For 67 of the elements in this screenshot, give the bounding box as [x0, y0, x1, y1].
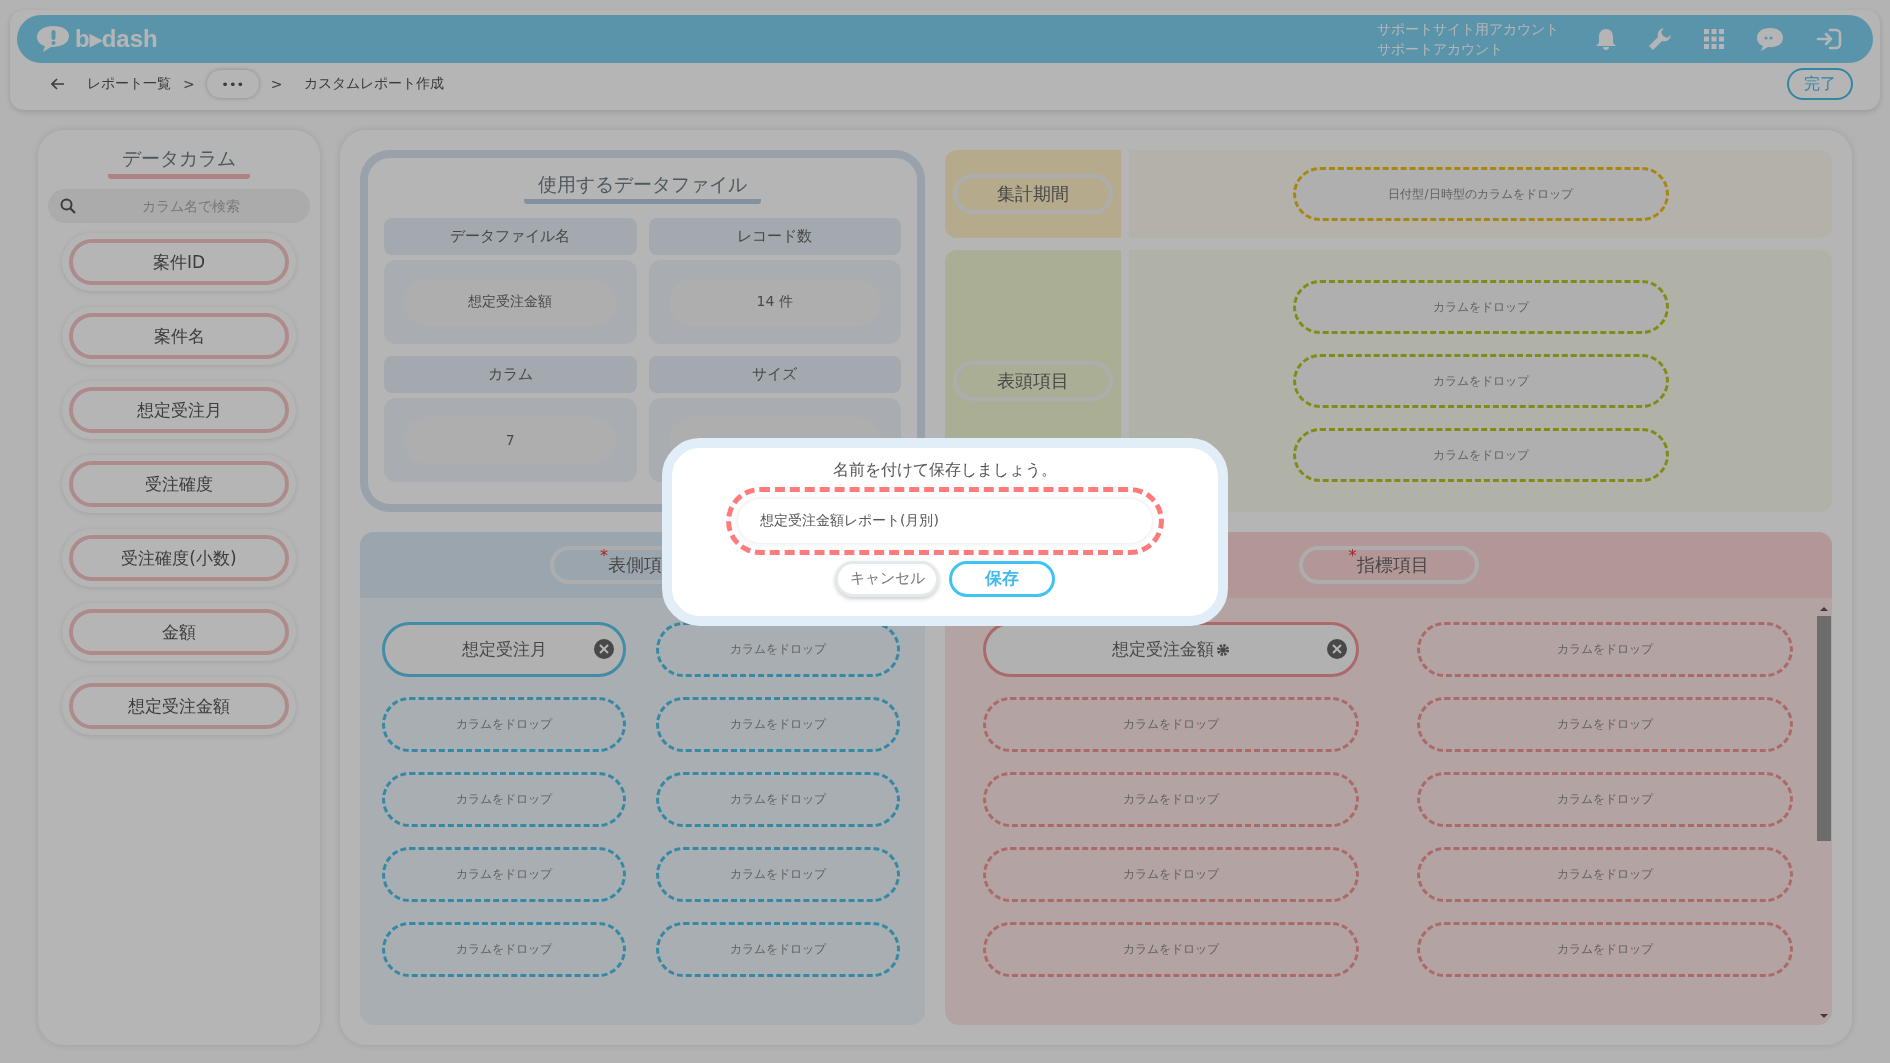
- drop-slot[interactable]: カラムをドロップ: [983, 847, 1359, 902]
- drop-slot[interactable]: カラムをドロップ: [1417, 622, 1793, 677]
- selected-column-chip[interactable]: 想定受注金額: [983, 622, 1359, 677]
- drop-slot[interactable]: カラムをドロップ: [656, 922, 900, 977]
- breadcrumb-current: カスタムレポート作成: [304, 75, 445, 93]
- drop-slot[interactable]: カラムをドロップ: [382, 922, 626, 977]
- breadcrumb-separator: >: [183, 76, 195, 92]
- field-label: サイズ: [648, 356, 901, 393]
- column-chip[interactable]: 想定受注月: [62, 381, 296, 439]
- drop-slot[interactable]: カラムをドロップ: [1417, 847, 1793, 902]
- drop-slot[interactable]: カラムをドロップ: [382, 772, 626, 827]
- drop-slot[interactable]: カラムをドロップ: [382, 847, 626, 902]
- remove-icon[interactable]: [1326, 638, 1348, 660]
- column-chip[interactable]: 金額: [62, 603, 296, 661]
- done-button[interactable]: 完了: [1787, 68, 1853, 100]
- period-label: 集計期間: [953, 174, 1113, 214]
- drop-slot[interactable]: カラムをドロップ: [1417, 697, 1793, 752]
- column-chip[interactable]: 案件ID: [62, 233, 296, 291]
- search-icon: [60, 198, 76, 214]
- selected-column-chip[interactable]: 想定受注月: [382, 622, 626, 677]
- drop-slot[interactable]: カラムをドロップ: [656, 697, 900, 752]
- drop-slot[interactable]: カラムをドロップ: [1417, 772, 1793, 827]
- drop-slot[interactable]: カラムをドロップ: [983, 697, 1359, 752]
- drop-slot[interactable]: カラムをドロップ: [1292, 280, 1669, 334]
- column-name: 想定受注金額: [1112, 638, 1214, 661]
- field-label: データファイル名: [384, 218, 637, 255]
- scroll-up-icon[interactable]: [1819, 606, 1829, 612]
- back-arrow-icon[interactable]: [51, 78, 65, 90]
- save-button[interactable]: 保存: [949, 560, 1055, 597]
- sidebar-title: データカラム: [108, 146, 250, 179]
- drop-slot[interactable]: カラムをドロップ: [983, 922, 1359, 977]
- drop-slot[interactable]: カラムをドロップ: [1417, 922, 1793, 977]
- column-chip[interactable]: 受注確度(小数): [62, 529, 296, 587]
- column-chip[interactable]: 受注確度: [62, 455, 296, 513]
- drop-slot[interactable]: カラムをドロップ: [656, 772, 900, 827]
- data-file-title: 使用するデータファイル: [524, 172, 761, 204]
- cancel-button[interactable]: キャンセル: [835, 560, 939, 597]
- breadcrumb-separator: >: [270, 76, 283, 92]
- scroll-down-icon[interactable]: [1819, 1013, 1829, 1019]
- account-site: サポートサイト用アカウント: [1377, 20, 1559, 39]
- drop-slot[interactable]: カラムをドロップ: [1292, 354, 1669, 408]
- header-items-label: 表頭項目: [953, 361, 1113, 401]
- logo-icon: [35, 24, 71, 54]
- gear-icon[interactable]: [1216, 642, 1230, 657]
- required-mark: *: [600, 546, 608, 565]
- drop-slot[interactable]: 日付型/日時型のカラムをドロップ: [1292, 167, 1669, 221]
- field-value: 想定受注金額: [404, 278, 617, 326]
- column-chip[interactable]: 案件名: [62, 307, 296, 365]
- dialog-message: 名前を付けて保存しましょう。: [833, 459, 1057, 481]
- required-mark: *: [1348, 546, 1357, 565]
- breadcrumb-link[interactable]: レポート一覧: [87, 75, 171, 93]
- field-label: レコード数: [648, 218, 901, 255]
- field-value: 7: [404, 416, 617, 464]
- drop-slot[interactable]: カラムをドロップ: [656, 847, 900, 902]
- account-user: サポートアカウント: [1377, 40, 1504, 59]
- remove-icon[interactable]: [593, 638, 615, 660]
- row-items-title: 表側項: [608, 553, 662, 577]
- drop-slot[interactable]: カラムをドロップ: [1292, 428, 1669, 482]
- column-chip[interactable]: 想定受注金額: [62, 677, 296, 735]
- breadcrumb-more-button[interactable]: •••: [206, 70, 259, 98]
- field-label: カラム: [384, 356, 637, 393]
- field-value: 14 件: [668, 278, 881, 326]
- drop-slot[interactable]: カラムをドロップ: [382, 697, 626, 752]
- metric-items-title: 指標項目: [1356, 553, 1429, 577]
- logo-text: b▸dash: [75, 25, 158, 53]
- column-name: 想定受注月: [461, 638, 547, 661]
- drop-slot[interactable]: カラムをドロップ: [983, 772, 1359, 827]
